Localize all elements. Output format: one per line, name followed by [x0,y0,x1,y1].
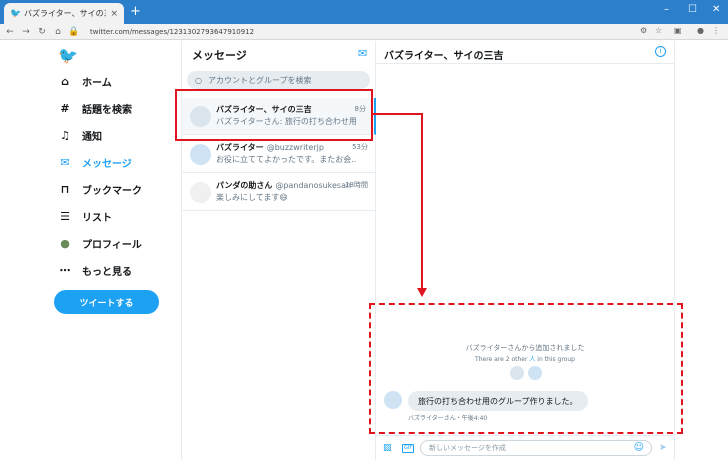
conversation-item[interactable]: パンダの助さん @pandanosukesan 18時間 楽しみにしてます😄 [182,174,376,211]
address-bar: ← → ↻ ⌂ 🔒 twitter.com/messages/123130279… [0,24,728,40]
profile-icon[interactable]: ● [697,26,704,35]
highlight-dashed-box [369,303,683,434]
conversation-item[interactable]: バズライター @buzzwriterjp 53分 お役に立ててよかったです。またお… [182,136,376,173]
message-composer: ▨ GIF 新しいメッセージを作成 ☺ ➤ [376,435,674,460]
nav-lists[interactable]: ☰ リスト [58,208,112,224]
user-avatar [190,144,211,165]
twitter-favicon-icon: 🐦 [10,8,22,19]
conversation-handle: @pandanosukesan [275,181,352,190]
send-icon[interactable]: ➤ [659,443,667,453]
lock-icon: 🔒 [68,26,80,37]
nav-notifications[interactable]: ♫ 通知 [58,127,102,143]
search-placeholder: アカウントとグループを検索 [207,75,312,85]
new-tab-button[interactable]: + [130,5,141,19]
tab-close-icon[interactable]: × [110,9,118,19]
emoji-icon[interactable]: ☺ [634,442,644,453]
tab-title: バズライター、サイの三吉 / Twitter [24,9,106,18]
nav-label: ブックマーク [82,185,142,197]
conversation-handle: @buzzwriterjp [266,143,324,152]
message-input[interactable]: 新しいメッセージを作成 ☺ [420,440,652,456]
conversation-time: 53分 [352,143,368,151]
close-window-button[interactable]: ✕ [712,4,720,15]
search-input[interactable]: ○ アカウントとグループを検索 [187,71,370,89]
conversation-time: 18時間 [345,181,368,189]
annotation-arrow-head [417,288,427,297]
nav-bookmarks[interactable]: ⊓ ブックマーク [58,181,142,197]
avatar-icon: ● [60,236,70,250]
left-nav: 🐦 ⌂ ホーム # 話題を検索 ♫ 通知 ✉ メッセージ ⊓ ブックマーク ☰ … [0,41,182,460]
chat-title: バズライター、サイの三吉 [384,51,504,62]
highlight-box [175,89,373,141]
messages-title: メッセージ [192,49,247,62]
url-text[interactable]: twitter.com/messages/1231302793647910912 [90,28,254,36]
nav-profile[interactable]: ● プロフィール [58,235,142,251]
home-browser-icon[interactable]: ⌂ [52,27,64,37]
twitter-logo-icon[interactable]: 🐦 [58,48,78,64]
gif-icon[interactable]: GIF [402,444,415,453]
conversation-snippet: お役に立ててよかったです。またお会... [216,155,356,164]
annotation-arrow [373,113,423,115]
more-icon: ⋯ [59,263,71,277]
settings-icon[interactable]: ⚙ [640,26,647,35]
reload-icon[interactable]: ↻ [36,27,48,37]
browser-tab[interactable]: 🐦 バズライター、サイの三吉 / Twitter × [4,3,124,24]
nav-label: メッセージ [82,158,132,170]
nav-label: 通知 [82,131,102,143]
nav-messages[interactable]: ✉ メッセージ [58,154,132,170]
mail-icon: ✉ [60,155,70,169]
message-placeholder: 新しいメッセージを作成 [429,444,506,452]
bookmark-icon: ⊓ [60,182,70,196]
extension-icon[interactable]: ▣ [674,26,682,35]
nav-more[interactable]: ⋯ もっと見る [58,262,133,278]
conversation-name: パンダの助さん @pandanosukesan [216,181,352,190]
info-icon[interactable]: i [655,46,666,57]
chat-header-divider [376,63,674,64]
home-icon: ⌂ [61,74,69,88]
nav-home[interactable]: ⌂ ホーム [58,73,112,89]
minimize-button[interactable]: – [664,4,669,15]
nav-label: もっと見る [82,266,132,278]
back-icon[interactable]: ← [4,27,16,37]
nav-label: リスト [82,212,112,224]
browser-tab-bar: 🐦 バズライター、サイの三吉 / Twitter × + – ☐ ✕ [0,0,728,24]
conversation-snippet: 楽しみにしてます😄 [216,193,288,202]
forward-icon[interactable]: → [20,27,32,37]
nav-explore[interactable]: # 話題を検索 [58,100,132,116]
star-icon[interactable]: ☆ [655,26,662,35]
image-icon[interactable]: ▨ [383,443,392,453]
tweet-button[interactable]: ツイートする [54,290,159,314]
nav-label: ホーム [82,77,112,89]
nav-label: 話題を検索 [82,104,132,116]
nav-label: プロフィール [82,239,142,251]
list-icon: ☰ [60,209,70,223]
hashtag-icon: # [60,101,70,115]
search-icon: ○ [195,75,202,85]
user-avatar [190,182,211,203]
bell-icon: ♫ [60,128,70,142]
new-message-icon[interactable]: ✉ [358,47,367,60]
annotation-arrow [421,113,423,289]
conversation-name: バズライター @buzzwriterjp [216,143,324,152]
maximize-button[interactable]: ☐ [688,4,697,15]
menu-icon[interactable]: ⋮ [712,26,720,35]
